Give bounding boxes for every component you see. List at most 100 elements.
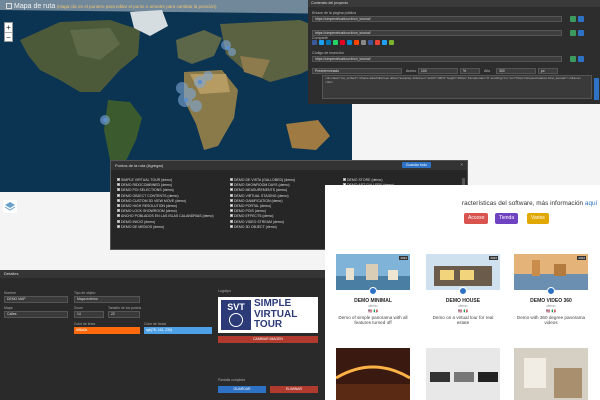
embed-code-textarea[interactable]: <div class="svt_embed"><iframe allowfull…	[322, 75, 592, 99]
route-point-item[interactable]: DEMO OBJECT CONTENTS (demo)	[117, 193, 230, 199]
tour-card[interactable]: 2022 DEMO HOUSE demo 🇺🇸 🇮🇹 Demo on a virtual…	[426, 254, 500, 339]
delete-button[interactable]: ELIMINAR	[270, 386, 318, 393]
tour-category: demo	[458, 304, 468, 308]
checkbox-icon[interactable]	[117, 224, 120, 228]
twitter-icon[interactable]	[319, 40, 324, 45]
points-size-input[interactable]: 22	[108, 311, 140, 318]
zoom-input[interactable]: 14	[74, 311, 104, 318]
embed-mode-select[interactable]: Predeterminado	[312, 68, 402, 74]
checkbox-icon[interactable]	[343, 178, 346, 181]
copy-code-button[interactable]	[594, 78, 599, 100]
checkbox-icon[interactable]	[230, 209, 233, 213]
copy-embed-button[interactable]	[570, 56, 576, 62]
location-pin-icon	[459, 287, 467, 295]
whatsapp-icon[interactable]	[333, 40, 338, 45]
close-icon[interactable]: ×	[460, 162, 463, 167]
gmail-icon[interactable]	[375, 40, 380, 45]
share-buttons	[312, 40, 394, 45]
open-link-button-2[interactable]	[578, 30, 584, 36]
checkbox-icon[interactable]	[230, 198, 233, 202]
facebook-icon[interactable]	[312, 40, 317, 45]
width-unit-select[interactable]: %	[460, 68, 480, 74]
tour-card[interactable]: 2022 DEMO VIDEO 360 demo 🇺🇸 🇮🇹 Demo with 360…	[514, 254, 588, 339]
route-point-item[interactable]: DEMO RIDOCOMBINED (demo)	[117, 183, 230, 188]
bg-color-swatch[interactable]: rgb(78, 161, 230)	[144, 327, 212, 334]
zoom-in-button[interactable]: +	[5, 23, 12, 32]
copy-link-button[interactable]	[570, 16, 576, 22]
form-header: Contenido del proyecto	[308, 0, 600, 7]
tour-thumbnail-5[interactable]	[426, 348, 500, 400]
route-point-item[interactable]: DEMO STORE (demo)	[343, 178, 456, 183]
checkbox-icon[interactable]	[230, 183, 233, 187]
category-chip[interactable]: Tienda	[495, 213, 519, 224]
embed-link-field[interactable]: https://simplevirtualtour.it/svt_tutoria…	[312, 56, 562, 62]
change-logo-button[interactable]: CAMBIAR IMAGEN	[218, 336, 318, 343]
checkbox-icon[interactable]	[230, 193, 233, 197]
skype-icon[interactable]	[382, 40, 387, 45]
checkbox-icon[interactable]	[117, 209, 120, 213]
checkbox-icon[interactable]	[230, 178, 233, 181]
tour-thumbnail[interactable]: 2022	[336, 254, 410, 290]
route-point-item[interactable]: DEMO DE VISTA (GALLOBED) (demo)	[230, 178, 343, 183]
checkbox-icon[interactable]	[230, 214, 233, 218]
year-badge: 2022	[577, 256, 586, 260]
route-point-item[interactable]: DEMO POI SELECTIONS (demo)	[117, 188, 230, 193]
checkbox-icon[interactable]	[117, 193, 120, 197]
tour-thumbnail[interactable]: 2022	[514, 254, 588, 290]
checkbox-icon[interactable]	[117, 178, 120, 181]
tour-card[interactable]: 2022 DEMO MINIMAL demo 🇺🇸 🇮🇹 Demo of simple …	[336, 254, 410, 339]
route-point-item[interactable]: DEMO INICIO (demo)	[117, 219, 230, 225]
route-point-item[interactable]: DEMO CUSTOM 3D VIEW MOVE (demo)	[117, 198, 230, 204]
checkbox-icon[interactable]	[230, 188, 233, 192]
logo-text: SIMPLE VIRTUAL TOUR	[254, 298, 298, 330]
public-link-field[interactable]: https://simplevirtualtour.it/svt_tutoria…	[312, 16, 562, 22]
email-icon[interactable]	[361, 40, 366, 45]
project-form-panel: Contenido del proyecto Enlace de la pági…	[308, 0, 600, 104]
name-input[interactable]: DEMO MAP	[4, 296, 68, 303]
open-embed-button[interactable]	[578, 56, 584, 62]
wechat-icon[interactable]	[389, 40, 394, 45]
checkbox-icon[interactable]	[117, 188, 120, 192]
route-point-item[interactable]: DEMO DE MEDIOS (demo)	[117, 224, 230, 230]
map-style-select[interactable]: Calles	[4, 311, 68, 318]
route-point-label: DEMO RIDOCOMBINED (demo)	[121, 183, 173, 188]
checkbox-icon[interactable]	[230, 219, 233, 223]
checkbox-icon[interactable]	[117, 183, 120, 187]
height-unit-select[interactable]: px	[538, 68, 558, 74]
type-select[interactable]: Mapa externo	[74, 296, 140, 303]
checkbox-icon[interactable]	[117, 198, 120, 202]
line-color-swatch[interactable]: #ff6a0d	[74, 327, 140, 334]
route-dialog-title: Puntos de la ruta (Agregar)	[115, 163, 164, 168]
route-point-item[interactable]: DEMO HIGH RESOLUTION (demo)	[117, 203, 230, 209]
copy-link-button-2[interactable]	[570, 30, 576, 36]
linkedin-icon[interactable]	[326, 40, 331, 45]
tour-thumbnail-6[interactable]	[514, 348, 588, 400]
checkbox-icon[interactable]	[117, 203, 120, 207]
open-link-button[interactable]	[578, 16, 584, 22]
tour-thumbnail[interactable]: 2022	[426, 254, 500, 290]
route-point-label: DEMO OBJECT CONTENTS (demo)	[121, 193, 179, 198]
category-chip[interactable]: Acceso	[464, 213, 489, 224]
vk-icon[interactable]	[368, 40, 373, 45]
route-point-item[interactable]: SIMPLE VIRTUAL TOUR (demo)	[117, 178, 230, 183]
width-input[interactable]: 100	[418, 68, 458, 74]
route-point-item[interactable]: ANCHO POBLADOS EN LAS ISLAS CALANDRIAS (…	[117, 214, 230, 219]
more-info-link[interactable]: aquí	[585, 200, 597, 207]
save-all-button[interactable]: Guardar todo	[401, 162, 431, 168]
layers-icon[interactable]	[3, 200, 17, 213]
public-link-field-2[interactable]: https://simplevirtualtour.it/svt_tutoria…	[312, 30, 562, 36]
route-point-item[interactable]: DEMO LOCK SHOWROOM (demo)	[117, 209, 230, 214]
pinterest-icon[interactable]	[340, 40, 345, 45]
checkbox-icon[interactable]	[230, 203, 233, 207]
zoom-out-button[interactable]: −	[5, 32, 12, 42]
tour-thumbnail-4[interactable]	[335, 348, 411, 400]
checkbox-icon[interactable]	[117, 219, 120, 223]
reddit-icon[interactable]	[354, 40, 359, 45]
height-input[interactable]: 300	[496, 68, 536, 74]
save-button[interactable]: GUARDAR	[218, 386, 266, 393]
checkbox-icon[interactable]	[230, 224, 233, 228]
route-point-label: DEMO POIS (demo)	[234, 209, 266, 214]
checkbox-icon[interactable]	[117, 214, 120, 218]
category-chip[interactable]: Varios	[527, 213, 549, 224]
telegram-icon[interactable]	[347, 40, 352, 45]
